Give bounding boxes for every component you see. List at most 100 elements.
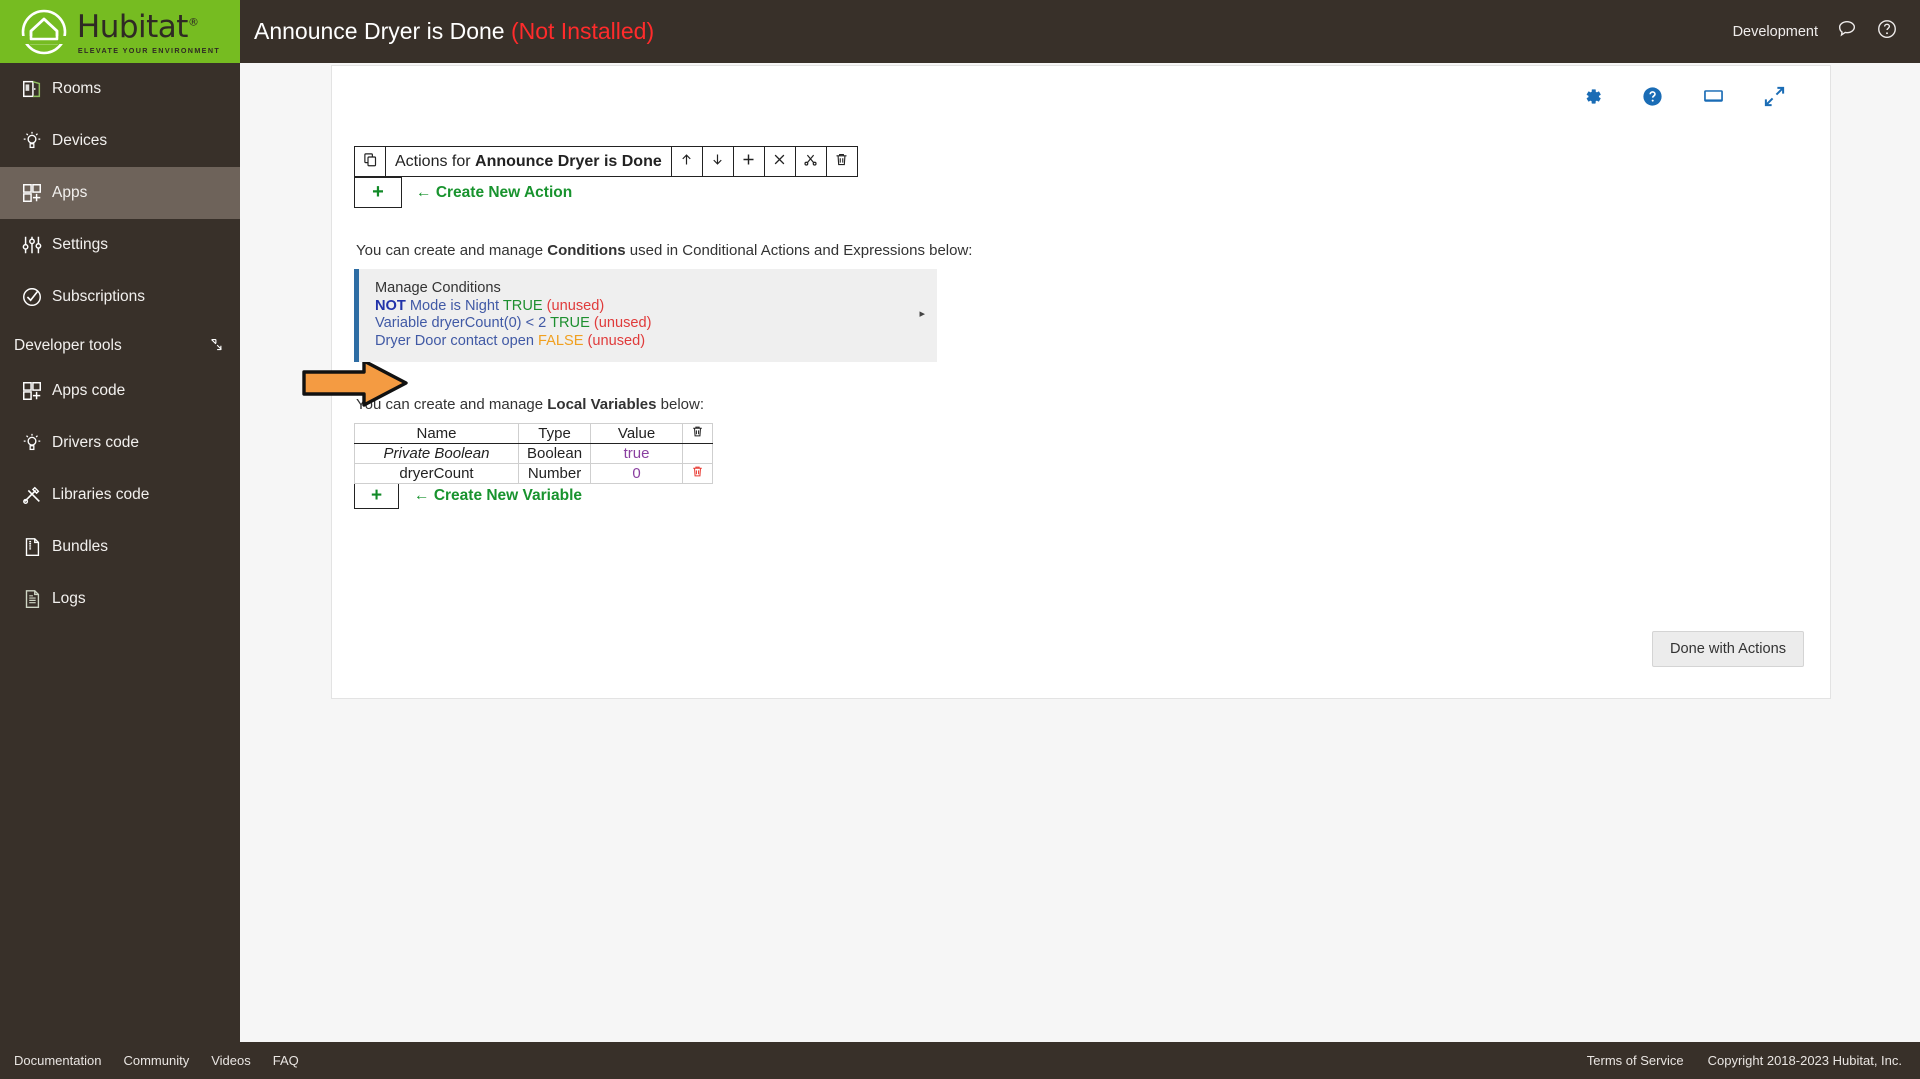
page-title: Announce Dryer is Done (Not Installed) (254, 18, 654, 45)
table-row[interactable]: dryerCount Number 0 (354, 462, 714, 484)
brand-tagline: ELEVATE YOUR ENVIRONMENT (77, 45, 221, 55)
tools-icon (12, 484, 52, 506)
footer-link-faq[interactable]: FAQ (273, 1053, 299, 1068)
sidebar-item-drivers-code[interactable]: Drivers code (0, 417, 240, 469)
topbar-right: Development (1733, 18, 1898, 45)
door-icon (12, 78, 52, 100)
footer-link-terms[interactable]: Terms of Service (1587, 1053, 1684, 1068)
create-new-action-row: + ← Create New Action (354, 177, 1830, 208)
condition-token: (unused) (589, 315, 652, 332)
sidebar-item-settings[interactable]: Settings (0, 219, 240, 271)
sidebar-item-subscriptions[interactable]: Subscriptions (0, 271, 240, 323)
document-icon (12, 588, 52, 610)
manage-conditions-panel[interactable]: Manage Conditions NOT Mode is Night TRUE… (354, 269, 937, 362)
table-row[interactable]: Private Boolean Boolean true (354, 442, 714, 464)
variable-value: 0 (590, 462, 684, 484)
column-header-delete[interactable] (682, 422, 714, 444)
create-new-variable-plus-button[interactable]: + (354, 483, 399, 509)
footer-links: Documentation Community Videos FAQ (14, 1053, 299, 1068)
condition-token: FALSE (538, 333, 584, 350)
variables-intro-c: below: (656, 395, 705, 413)
footer-link-videos[interactable]: Videos (211, 1053, 251, 1068)
condition-token: Dryer Door contact open (375, 333, 539, 350)
footer-link-community[interactable]: Community (123, 1053, 189, 1068)
sidebar-item-label: Drivers code (52, 434, 139, 451)
create-new-action-label: Create New Action (435, 183, 573, 201)
footer-legal: Terms of Service Copyright 2018-2023 Hub… (1587, 1053, 1902, 1068)
apps-grid-icon (12, 182, 52, 204)
app-card: Actions for Announce Dryer is Done + ← C… (302, 65, 1831, 699)
sidebar-item-libraries-code[interactable]: Libraries code (0, 469, 240, 521)
collapse-icon[interactable] (209, 337, 224, 355)
done-with-actions-button[interactable]: Done with Actions (1651, 631, 1804, 667)
trash-icon[interactable] (691, 465, 704, 481)
condition-token: TRUE (502, 297, 543, 314)
scissors-icon[interactable] (794, 146, 827, 177)
brand-logo[interactable]: Hubitat® ELEVATE YOUR ENVIRONMENT (0, 0, 240, 63)
move-up-icon[interactable] (670, 146, 703, 177)
sidebar: Hubitat® ELEVATE YOUR ENVIRONMENT Rooms … (0, 0, 240, 1079)
bulb-icon (12, 130, 52, 152)
conditions-intro-c: used in Conditional Actions and Expressi… (625, 242, 973, 259)
condition-token: Variable dryerCount(0) < 2 (375, 315, 551, 332)
actions-title: Actions for Announce Dryer is Done (385, 146, 672, 177)
footer: Documentation Community Videos FAQ Terms… (0, 1042, 1920, 1079)
variables-intro: You can create and manage Local Variable… (356, 396, 1830, 413)
app-root: Hubitat® ELEVATE YOUR ENVIRONMENT Rooms … (0, 0, 1920, 1079)
sidebar-item-bundles[interactable]: Bundles (0, 521, 240, 573)
display-icon[interactable] (1701, 84, 1726, 114)
create-new-action-link[interactable]: ← Create New Action (416, 184, 572, 202)
trash-icon[interactable] (825, 146, 858, 177)
variables-intro-bold: Local Variables (547, 395, 657, 413)
sidebar-item-label: Apps code (52, 382, 126, 399)
add-icon[interactable] (732, 146, 765, 177)
zip-file-icon (12, 536, 52, 558)
sidebar-item-rooms[interactable]: Rooms (0, 63, 240, 115)
sidebar-item-devices[interactable]: Devices (0, 115, 240, 167)
condition-row[interactable]: Dryer Door contact open FALSE (unused) (375, 333, 937, 351)
variable-name: dryerCount (354, 462, 519, 484)
variable-name: Private Boolean (354, 442, 519, 464)
content-area: Actions for Announce Dryer is Done + ← C… (240, 63, 1920, 1042)
expand-icon[interactable] (1763, 85, 1786, 113)
help-circle-icon[interactable] (1641, 85, 1664, 113)
variable-delete-cell[interactable] (682, 462, 714, 484)
gear-icon[interactable] (1581, 85, 1604, 113)
close-icon[interactable] (763, 146, 796, 177)
sidebar-item-apps-code[interactable]: Apps code (0, 365, 240, 417)
create-new-variable-label: Create New Variable (433, 487, 583, 505)
chevron-right-icon[interactable]: ▸ (919, 307, 925, 325)
manage-conditions-title: Manage Conditions (375, 280, 501, 296)
condition-row[interactable]: Variable dryerCount(0) < 2 TRUE (unused) (375, 315, 937, 333)
create-new-variable-link[interactable]: ← Create New Variable (414, 487, 582, 505)
condition-row[interactable]: NOT Mode is Night TRUE (unused) (375, 298, 937, 316)
hubitat-house-icon (19, 9, 68, 54)
copy-icon[interactable] (354, 146, 386, 177)
topbar: Announce Dryer is Done (Not Installed) D… (240, 0, 1920, 63)
trash-icon[interactable] (691, 426, 704, 441)
sidebar-item-label: Subscriptions (52, 288, 146, 305)
variable-delete-cell (682, 442, 714, 464)
status-badge: (Not Installed) (510, 18, 655, 44)
card-body: Actions for Announce Dryer is Done + ← C… (302, 66, 1830, 509)
chat-bubble-icon[interactable] (1836, 18, 1858, 45)
sidebar-item-logs[interactable]: Logs (0, 573, 240, 625)
condition-token: (unused) (542, 297, 605, 314)
sidebar-section-label: Developer tools (14, 337, 122, 354)
create-action-plus-table: + (354, 177, 402, 208)
help-circle-icon[interactable] (1876, 18, 1898, 45)
actions-toolbar: Actions for Announce Dryer is Done (354, 146, 858, 177)
create-new-action-plus-button[interactable]: + (354, 177, 402, 208)
condition-token: NOT (375, 297, 406, 314)
sidebar-item-label: Rooms (52, 80, 102, 97)
conditions-intro-a: You can create and manage (356, 242, 548, 259)
brand-name: Hubitat® (76, 8, 199, 45)
sidebar-dev-list: Apps code Drivers code Libraries code Bu… (0, 365, 240, 625)
footer-link-documentation[interactable]: Documentation (14, 1053, 101, 1068)
move-down-icon[interactable] (701, 146, 734, 177)
sidebar-item-apps[interactable]: Apps (0, 167, 240, 219)
sidebar-item-label: Apps (52, 184, 88, 201)
bulb-icon (12, 432, 52, 454)
left-arrow-icon: ← (416, 183, 432, 201)
sidebar-section-developer-tools[interactable]: Developer tools (0, 323, 240, 365)
